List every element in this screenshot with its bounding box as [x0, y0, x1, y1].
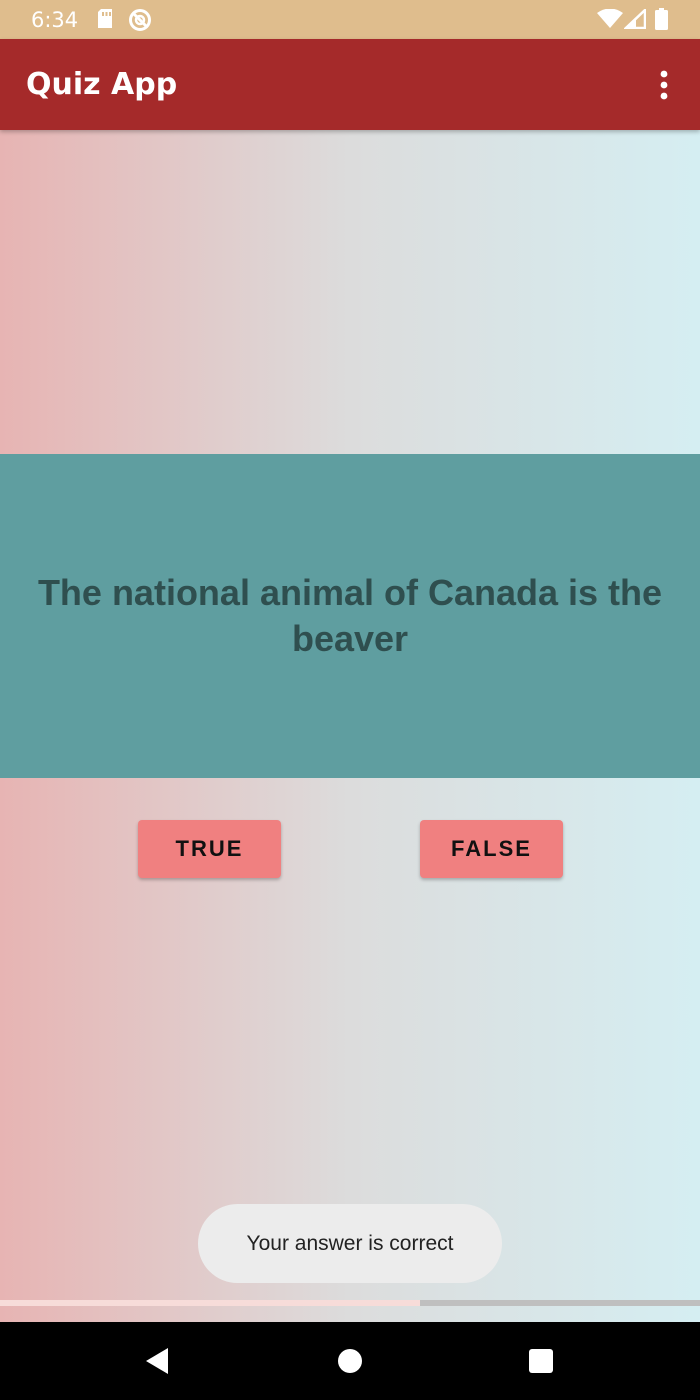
- quiz-screen: 6:34 Quiz App The national animal of Can…: [0, 0, 700, 1400]
- status-bar: 6:34: [0, 0, 700, 39]
- back-icon[interactable]: [145, 1348, 169, 1378]
- true-button[interactable]: TRUE: [138, 820, 281, 878]
- toast-text: Your answer is correct: [246, 1231, 454, 1255]
- sd-card-icon: [96, 8, 114, 34]
- status-time: 6:34: [31, 8, 79, 32]
- recents-icon[interactable]: [529, 1349, 553, 1377]
- question-text: The national animal of Canada is the bea…: [37, 572, 663, 659]
- false-button[interactable]: FALSE: [420, 820, 563, 878]
- app-title: Quiz App: [26, 67, 178, 102]
- navigation-bar: [0, 1322, 700, 1400]
- toast-message: Your answer is correct: [198, 1204, 502, 1283]
- progress-fill: [0, 1300, 420, 1306]
- wifi-icon: [597, 8, 623, 33]
- do-not-disturb-icon: [128, 8, 152, 36]
- progress-bar: [0, 1300, 700, 1306]
- cell-signal-icon: [622, 7, 647, 33]
- app-bar: Quiz App: [0, 39, 700, 130]
- battery-icon: [655, 8, 668, 34]
- home-icon[interactable]: [338, 1349, 362, 1377]
- more-vert-icon[interactable]: [648, 67, 680, 103]
- question-panel: The national animal of Canada is the bea…: [0, 454, 700, 778]
